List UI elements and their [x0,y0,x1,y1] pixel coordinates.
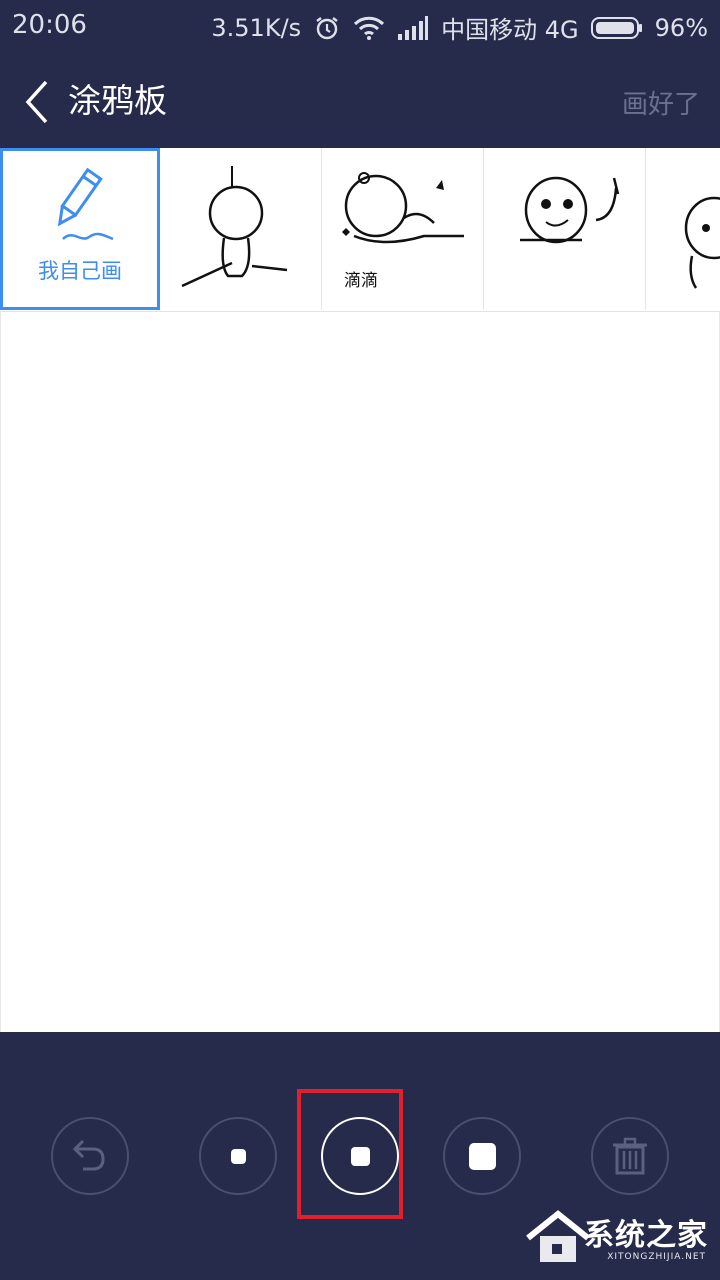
alarm-icon [313,14,341,42]
sticker-2[interactable]: 滴滴 [324,148,484,310]
doodle-character-sitting [181,166,288,288]
status-bar: 20:06 3.51K/s 中国移动 4G 96% [0,0,720,52]
drawing-canvas[interactable] [0,312,720,1032]
status-time: 20:06 [12,10,87,40]
sticker-3[interactable] [486,148,646,310]
undo-icon [72,1139,105,1171]
signal-icon [397,15,429,40]
doodle-character-pointing [520,176,620,244]
brush-toolbar: 系统之家 XITONGZHIJIA.NET [0,1032,720,1280]
sticker-strip[interactable]: 我自己画 滴滴 [0,148,720,312]
watermark-sub: XITONGZHIJIA.NET [607,1252,706,1262]
self-draw-label: 我自己画 [38,259,122,283]
brush-dot-large [469,1143,496,1170]
battery-percent: 96% [654,13,708,42]
done-button[interactable]: 画好了 [622,84,700,121]
sticker-self-draw[interactable]: 我自己画 [0,148,160,310]
page-title: 涂鸦板 [68,81,167,120]
undo-button[interactable] [51,1117,129,1195]
sticker-4[interactable] [648,148,720,310]
watermark: 系统之家 XITONGZHIJIA.NET [522,1204,712,1274]
house-logo-icon [526,1210,590,1262]
clear-button[interactable] [591,1117,669,1195]
trash-icon [613,1137,647,1175]
status-right: 3.51K/s 中国移动 4G 96% [211,10,708,45]
selection-highlight [297,1089,403,1219]
battery-icon [590,16,643,39]
back-arrow-icon [25,80,48,124]
doodle-character-partial [684,196,720,289]
wifi-icon [353,15,385,41]
net-speed: 3.51K/s [211,13,302,42]
sticker-caption: 滴滴 [344,271,378,291]
app-bar: 涂鸦板 画好了 [0,52,720,148]
brush-size-small[interactable] [199,1117,277,1195]
brush-size-large[interactable] [443,1117,521,1195]
pencil-icon [57,167,114,241]
brush-dot-small [231,1149,246,1164]
sticker-1[interactable] [162,148,322,310]
watermark-text: 系统之家 [584,1218,708,1253]
carrier: 中国移动 4G [441,16,579,44]
back-button[interactable] [18,78,58,126]
